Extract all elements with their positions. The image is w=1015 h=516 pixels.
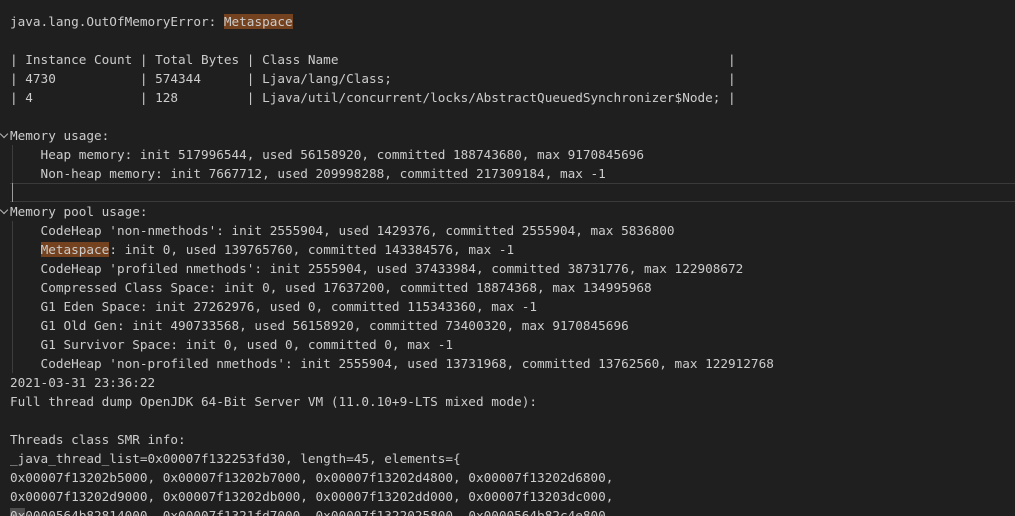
indent-guide <box>12 221 13 240</box>
terminal-text: 0x00007f13202b5000, 0x00007f13202b7000, … <box>10 470 614 485</box>
indent-guide <box>12 145 13 164</box>
terminal-output[interactable]: java.lang.OutOfMemoryError: Metaspace | I… <box>0 0 1015 516</box>
terminal-text: 0x00007f13202d9000, 0x00007f13202db000, … <box>10 489 614 504</box>
terminal-text: G1 Old Gen: init 490733568, used 5615892… <box>10 318 629 333</box>
terminal-line: Full thread dump OpenJDK 64-Bit Server V… <box>10 392 1015 411</box>
terminal-line: G1 Old Gen: init 490733568, used 5615892… <box>10 316 1015 335</box>
terminal-line: Memory usage: <box>10 126 1015 145</box>
search-match-highlight: Metaspace <box>223 14 293 29</box>
indent-guide <box>12 183 13 202</box>
terminal-text: CodeHeap 'profiled nmethods': init 25559… <box>10 261 744 276</box>
terminal-text: _java_thread_list=0x00007f132253fd30, le… <box>10 451 461 466</box>
indent-guide <box>12 335 13 354</box>
terminal-line: 0x0000564b82814000, 0x00007f1321fd7000, … <box>10 506 1015 516</box>
terminal-line: Memory pool usage: <box>10 202 1015 221</box>
terminal-line: Metaspace: init 0, used 139765760, commi… <box>10 240 1015 259</box>
terminal-current-line <box>10 183 1015 202</box>
terminal-line: CodeHeap 'non-profiled nmethods': init 2… <box>10 354 1015 373</box>
terminal-text: : init 0, used 139765760, committed 1433… <box>109 242 515 257</box>
terminal-text: | 4730 | 574344 | Ljava/lang/Class; | <box>10 71 736 86</box>
terminal-line: G1 Eden Space: init 27262976, used 0, co… <box>10 297 1015 316</box>
terminal-text: | 4 | 128 | Ljava/util/concurrent/locks/… <box>10 90 736 105</box>
terminal-text: CodeHeap 'non-profiled nmethods': init 2… <box>10 356 774 371</box>
terminal-text: 2021-03-31 23:36:22 <box>10 375 156 390</box>
terminal-line: CodeHeap 'non-nmethods': init 2555904, u… <box>10 221 1015 240</box>
terminal-text: 0000564b82814000, 0x00007f1321fd7000, 0x… <box>25 508 614 516</box>
indent-guide <box>12 259 13 278</box>
terminal-text: CodeHeap 'non-nmethods': init 2555904, u… <box>10 223 675 238</box>
terminal-line: 2021-03-31 23:36:22 <box>10 373 1015 392</box>
indent-guide <box>12 164 13 183</box>
terminal-line: CodeHeap 'profiled nmethods': init 25559… <box>10 259 1015 278</box>
fold-chevron-icon[interactable] <box>1 206 10 216</box>
terminal-text: java.lang.OutOfMemoryError: <box>10 14 224 29</box>
terminal-text: Threads class SMR info: <box>10 432 186 447</box>
terminal-text: | Instance Count | Total Bytes | Class N… <box>10 52 736 67</box>
fold-chevron-icon[interactable] <box>1 130 10 140</box>
indent-guide <box>12 316 13 335</box>
terminal-line: _java_thread_list=0x00007f132253fd30, le… <box>10 449 1015 468</box>
terminal-line: G1 Survivor Space: init 0, used 0, commi… <box>10 335 1015 354</box>
terminal-line: java.lang.OutOfMemoryError: Metaspace <box>10 12 1015 31</box>
terminal-text: G1 Survivor Space: init 0, used 0, commi… <box>10 337 454 352</box>
indent-guide <box>12 240 13 259</box>
terminal-line: | 4730 | 574344 | Ljava/lang/Class; | <box>10 69 1015 88</box>
terminal-line: Compressed Class Space: init 0, used 176… <box>10 278 1015 297</box>
terminal-text: Full thread dump OpenJDK 64-Bit Server V… <box>10 394 538 409</box>
terminal-text: Memory pool usage: <box>10 204 148 219</box>
terminal-line: Heap memory: init 517996544, used 561589… <box>10 145 1015 164</box>
search-match-highlight: Metaspace <box>40 242 110 257</box>
indent-guide <box>12 278 13 297</box>
terminal-line: | 4 | 128 | Ljava/util/concurrent/locks/… <box>10 88 1015 107</box>
terminal-line: Threads class SMR info: <box>10 430 1015 449</box>
terminal-text: Compressed Class Space: init 0, used 176… <box>10 280 652 295</box>
terminal-line: | Instance Count | Total Bytes | Class N… <box>10 50 1015 69</box>
indent-guide <box>12 297 13 316</box>
terminal-line: 0x00007f13202b5000, 0x00007f13202b7000, … <box>10 468 1015 487</box>
cursor-highlight: 0x <box>10 508 26 516</box>
terminal-text: Heap memory: init 517996544, used 561589… <box>10 147 644 162</box>
terminal-text: Memory usage: <box>10 128 110 143</box>
indent-guide <box>12 354 13 373</box>
terminal-text: Non-heap memory: init 7667712, used 2099… <box>10 166 606 181</box>
terminal-line: Non-heap memory: init 7667712, used 2099… <box>10 164 1015 183</box>
terminal-line: 0x00007f13202d9000, 0x00007f13202db000, … <box>10 487 1015 506</box>
terminal-text: G1 Eden Space: init 27262976, used 0, co… <box>10 299 538 314</box>
